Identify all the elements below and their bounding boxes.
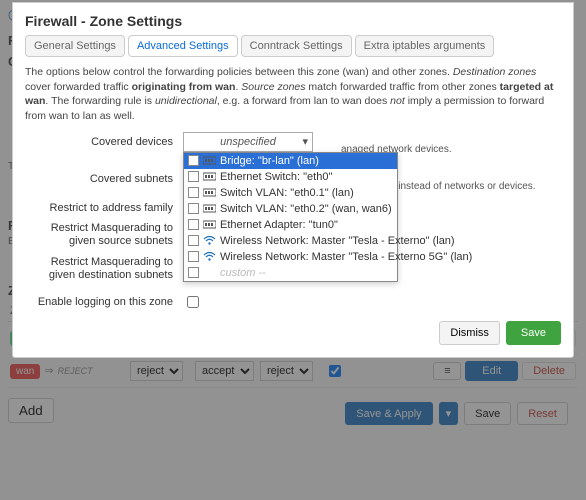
ethernet-icon (203, 219, 216, 230)
ethernet-icon (203, 203, 216, 214)
label-restrict-family: Restrict to address family (25, 202, 183, 214)
ethernet-icon (203, 187, 216, 198)
dropdown-item[interactable]: Switch VLAN: "eth0.1" (lan) (184, 185, 397, 201)
covered-devices-select[interactable]: unspecified (183, 132, 313, 152)
label-restrict-src: Restrict Masquerading to given source su… (25, 222, 183, 248)
modal-zone-settings: Firewall - Zone Settings General Setting… (12, 2, 574, 358)
dropdown-checkbox[interactable] (188, 267, 199, 278)
wifi-icon (203, 235, 216, 246)
tab-advanced-settings[interactable]: Advanced Settings (128, 35, 238, 57)
label-logging: Enable logging on this zone (25, 296, 183, 308)
modal-description: The options below control the forwarding… (25, 65, 561, 124)
dropdown-item-label: Ethernet Adapter: "tun0" (220, 219, 338, 231)
dropdown-item-label: custom -- (220, 267, 266, 279)
wifi-icon (203, 251, 216, 262)
dropdown-item-label: Switch VLAN: "eth0.1" (lan) (220, 187, 354, 199)
dropdown-item[interactable]: Wireless Network: Master "Tesla - Extern… (184, 233, 397, 249)
tab-conntrack-settings[interactable]: Conntrack Settings (241, 35, 352, 57)
tab-bar: General SettingsAdvanced SettingsConntra… (25, 35, 561, 57)
dropdown-item-label: Bridge: "br-lan" (lan) (220, 155, 319, 167)
covered-devices-dropdown: Bridge: "br-lan" (lan) Ethernet Switch: "… (183, 152, 398, 282)
dropdown-item-label: Switch VLAN: "eth0.2" (wan, wan6) (220, 203, 392, 215)
label-covered-devices: Covered devices (25, 136, 183, 148)
blank-icon (203, 267, 216, 278)
ethernet-icon (203, 155, 216, 166)
dropdown-checkbox[interactable] (188, 187, 199, 198)
dropdown-checkbox[interactable] (188, 155, 199, 166)
dropdown-item[interactable]: custom -- (184, 265, 397, 281)
modal-title: Firewall - Zone Settings (25, 13, 561, 29)
save-button[interactable]: Save (506, 321, 561, 345)
dropdown-item[interactable]: Wireless Network: Master "Tesla - Extern… (184, 249, 397, 265)
dropdown-checkbox[interactable] (188, 235, 199, 246)
dropdown-item[interactable]: Bridge: "br-lan" (lan) (184, 153, 397, 169)
dropdown-item[interactable]: Ethernet Switch: "eth0" (184, 169, 397, 185)
logging-checkbox[interactable] (187, 296, 199, 308)
tab-general-settings[interactable]: General Settings (25, 35, 125, 57)
ethernet-icon (203, 171, 216, 182)
dropdown-checkbox[interactable] (188, 251, 199, 262)
label-covered-subnets: Covered subnets (25, 173, 183, 185)
dropdown-checkbox[interactable] (188, 203, 199, 214)
dropdown-item[interactable]: Switch VLAN: "eth0.2" (wan, wan6) (184, 201, 397, 217)
dropdown-item-label: Wireless Network: Master "Tesla - Extern… (220, 235, 455, 247)
dropdown-item[interactable]: Ethernet Adapter: "tun0" (184, 217, 397, 233)
dropdown-checkbox[interactable] (188, 219, 199, 230)
dismiss-button[interactable]: Dismiss (439, 321, 500, 345)
dropdown-item-label: Wireless Network: Master "Tesla - Extern… (220, 251, 472, 263)
dropdown-checkbox[interactable] (188, 171, 199, 182)
label-restrict-dst: Restrict Masquerading to given destinati… (25, 256, 183, 282)
dropdown-item-label: Ethernet Switch: "eth0" (220, 171, 332, 183)
tab-extra-iptables-arguments[interactable]: Extra iptables arguments (355, 35, 495, 57)
